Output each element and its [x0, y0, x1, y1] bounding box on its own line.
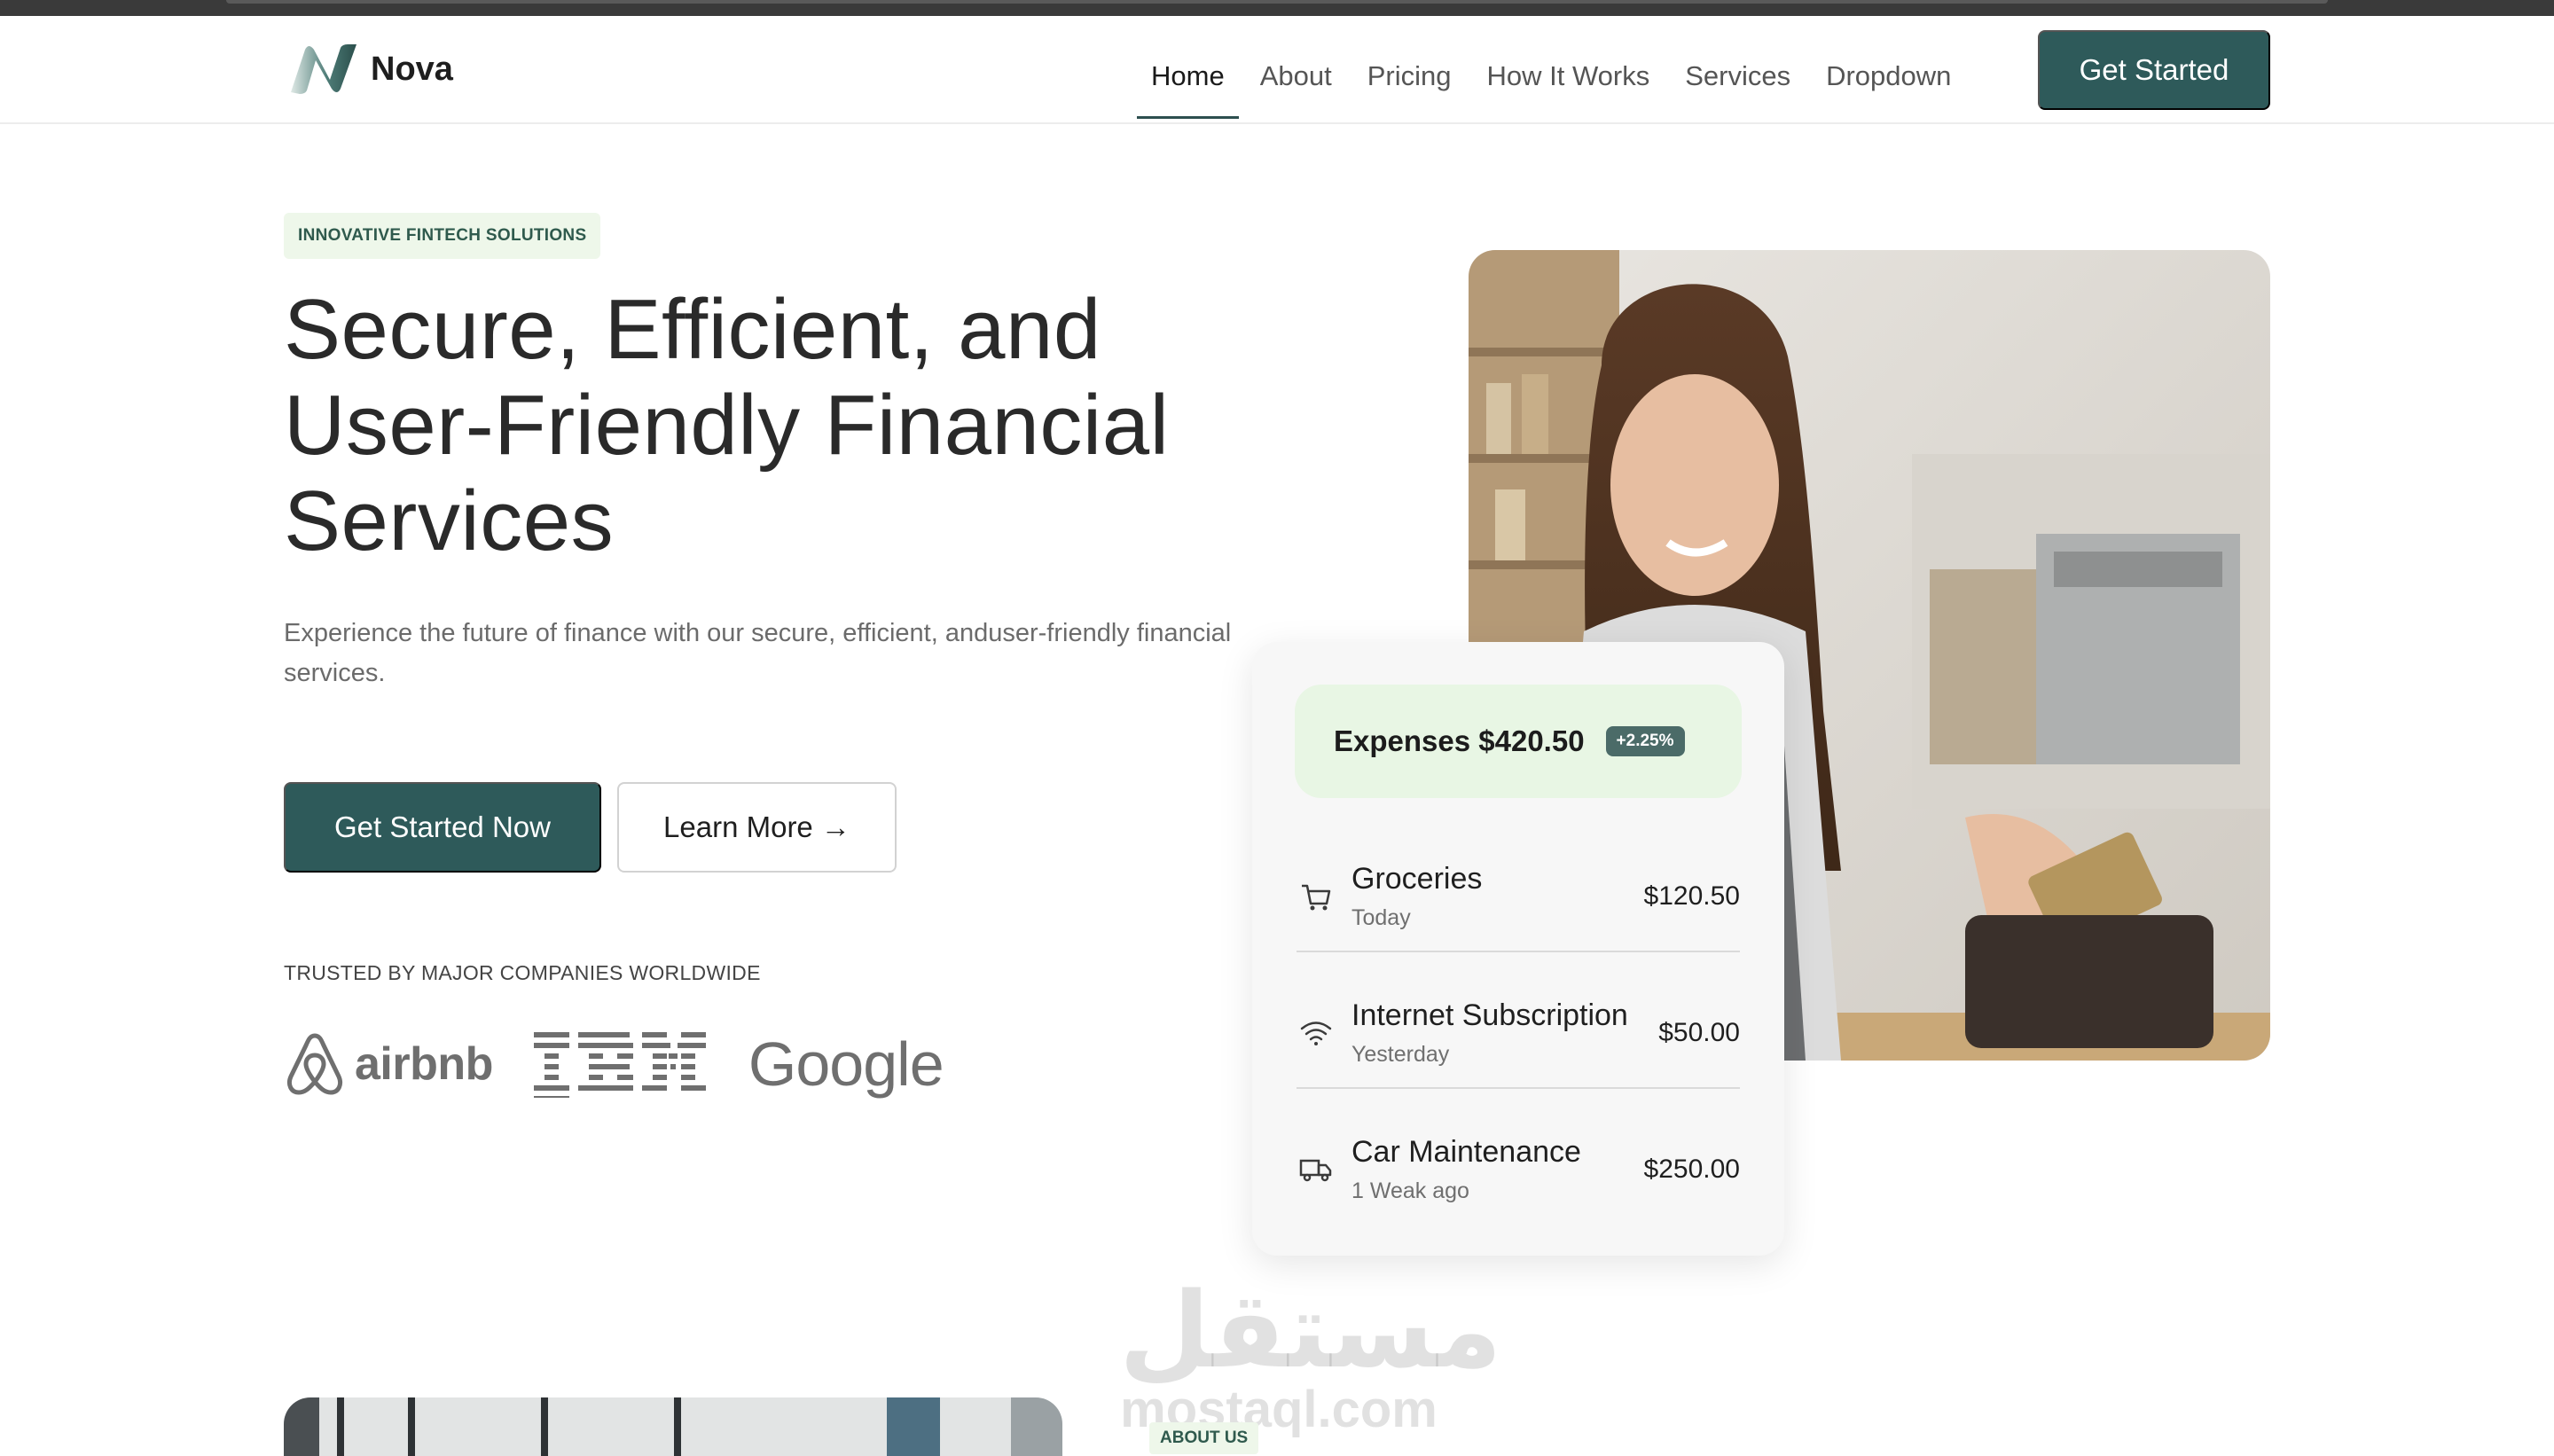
get-started-button[interactable]: Get Started — [2038, 30, 2270, 110]
nav-pricing[interactable]: Pricing — [1353, 44, 1466, 119]
airbnb-icon — [286, 1033, 343, 1095]
expense-date: Today — [1351, 905, 1411, 930]
expenses-header: Expenses $420.50 +2.25% — [1295, 685, 1742, 798]
watermark: مستقل mostaql.com — [1119, 1269, 1502, 1436]
expense-text: Internet Subscription Yesterday — [1351, 998, 1658, 1068]
top-strip-inner — [226, 0, 2328, 4]
browser-top-strip — [0, 0, 2554, 16]
expense-divider — [1297, 951, 1740, 952]
hero-eyebrow: INNOVATIVE FINTECH SOLUTIONS — [284, 213, 601, 259]
hero-title-line-2: User-Friendly Financial — [284, 378, 1170, 473]
expense-amount: $120.50 — [1643, 881, 1740, 911]
expense-name: Car Maintenance — [1351, 1135, 1581, 1169]
nav-services[interactable]: Services — [1671, 44, 1805, 119]
navbar: Nova Home About Pricing How It Works Ser… — [0, 16, 2554, 124]
airbnb-wordmark: airbnb — [355, 1038, 493, 1090]
about-photo — [284, 1397, 1062, 1456]
google-logo: Google — [748, 1029, 944, 1099]
ibm-logo — [533, 1032, 706, 1098]
trusted-label: TRUSTED BY MAJOR COMPANIES WORLDWIDE — [284, 961, 761, 984]
nav-about[interactable]: About — [1246, 44, 1346, 119]
watermark-arabic: مستقل — [1119, 1269, 1502, 1391]
expense-name: Groceries — [1351, 862, 1483, 896]
airbnb-logo: airbnb — [284, 1030, 493, 1098]
expense-name: Internet Subscription — [1351, 998, 1628, 1032]
nav-how-it-works[interactable]: How It Works — [1472, 44, 1664, 119]
expense-divider — [1297, 1087, 1740, 1089]
main-menu: Home About Pricing How It Works Services… — [1137, 44, 1972, 119]
learn-more-button[interactable]: Learn More → — [617, 782, 897, 873]
office-image — [284, 1397, 1062, 1456]
expenses-change-badge: +2.25% — [1605, 726, 1685, 756]
cart-icon — [1297, 877, 1336, 916]
expenses-card: Expenses $420.50 +2.25% Groceries Today … — [1252, 642, 1784, 1256]
hero-subtitle: Experience the future of finance with ou… — [284, 619, 1232, 687]
logo[interactable]: Nova — [286, 41, 453, 98]
brand-name: Nova — [371, 50, 453, 88]
expense-text: Car Maintenance 1 Weak ago — [1351, 1135, 1644, 1204]
expense-amount: $50.00 — [1658, 1018, 1740, 1047]
get-started-now-button[interactable]: Get Started Now — [284, 782, 601, 873]
expense-date: 1 Weak ago — [1351, 1178, 1469, 1203]
expense-text: Groceries Today — [1351, 862, 1644, 931]
truck-icon — [1297, 1150, 1336, 1189]
brand-logos: airbnb Google — [284, 1029, 944, 1100]
nav-dropdown[interactable]: Dropdown — [1812, 44, 1965, 119]
expense-row-car[interactable]: Car Maintenance 1 Weak ago $250.00 — [1297, 1103, 1740, 1236]
nova-logo-icon — [291, 44, 356, 94]
expense-amount: $250.00 — [1643, 1155, 1740, 1184]
hero-title: Secure, Efficient, and User-Friendly Fin… — [284, 282, 1312, 569]
expense-row-groceries[interactable]: Groceries Today $120.50 — [1297, 830, 1740, 963]
expenses-total: Expenses $420.50 — [1334, 724, 1585, 757]
expense-row-internet[interactable]: Internet Subscription Yesterday $50.00 — [1297, 967, 1740, 1100]
hero-title-line-1: Secure, Efficient, and — [284, 282, 1101, 377]
expense-date: Yesterday — [1351, 1042, 1450, 1067]
about-us-tag: ABOUT US — [1149, 1422, 1259, 1454]
wifi-icon — [1297, 1014, 1336, 1053]
hero-title-line-3: Services — [284, 474, 615, 568]
nav-home[interactable]: Home — [1137, 44, 1239, 119]
